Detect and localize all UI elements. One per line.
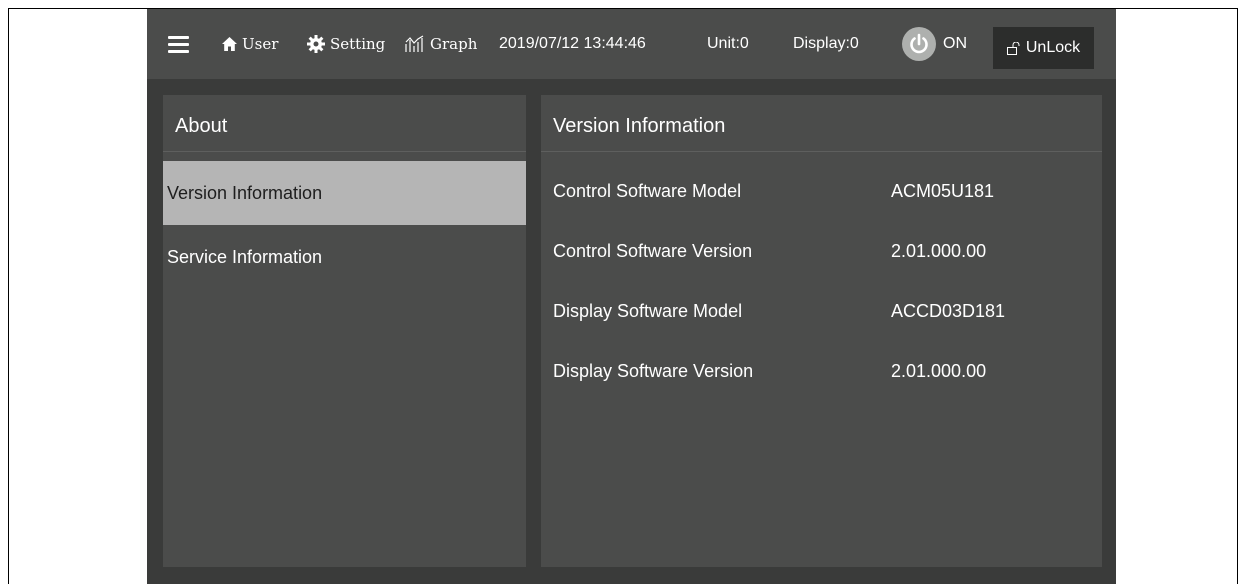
graph-button[interactable]: Graph bbox=[405, 9, 477, 79]
device-screen: User Setting Graph 2019/07/12 13:44:46 U… bbox=[147, 9, 1116, 584]
info-label: Display Software Model bbox=[553, 301, 743, 321]
panel-divider bbox=[541, 151, 1102, 152]
user-label: User bbox=[242, 35, 279, 53]
panel-title: Version Information bbox=[553, 115, 726, 137]
unlock-icon bbox=[1006, 41, 1020, 55]
unlock-button[interactable]: UnLock bbox=[993, 27, 1094, 69]
graph-icon bbox=[405, 35, 424, 52]
info-value: ACM05U181 bbox=[891, 181, 995, 201]
sidebar-title: About bbox=[175, 115, 228, 137]
info-row: Control Software Version 2.01.000.00 bbox=[553, 236, 986, 266]
info-row: Display Software Model ACCD03D181 bbox=[553, 296, 1005, 326]
info-row: Display Software Version 2.01.000.00 bbox=[553, 356, 986, 386]
info-value: 2.01.000.00 bbox=[891, 361, 987, 381]
unit-display: Unit:0 bbox=[707, 35, 749, 52]
info-label: Control Software Model bbox=[553, 181, 742, 201]
top-toolbar: User Setting Graph 2019/07/12 13:44:46 U… bbox=[147, 9, 1116, 79]
info-row: Control Software Model ACM05U181 bbox=[553, 176, 994, 206]
setting-button[interactable]: Setting bbox=[307, 9, 385, 79]
user-button[interactable]: User bbox=[222, 9, 278, 79]
unlock-label: UnLock bbox=[1025, 39, 1081, 56]
sidebar-divider bbox=[163, 151, 526, 152]
info-label: Control Software Version bbox=[553, 241, 753, 261]
info-value: ACCD03D181 bbox=[891, 301, 1006, 321]
setting-label: Setting bbox=[330, 35, 386, 53]
datetime-display: 2019/07/12 13:44:46 bbox=[499, 35, 646, 52]
display-indicator: Display:0 bbox=[793, 35, 859, 52]
hamburger-menu-icon[interactable] bbox=[167, 9, 189, 79]
info-value: 2.01.000.00 bbox=[891, 241, 987, 261]
sidebar-item-service-information[interactable]: Service Information bbox=[163, 225, 526, 289]
sidebar-item-version-information[interactable]: Version Information bbox=[163, 161, 526, 225]
info-label: Display Software Version bbox=[553, 361, 754, 381]
power-icon[interactable] bbox=[902, 27, 936, 61]
home-icon bbox=[222, 37, 237, 51]
graph-label: Graph bbox=[430, 35, 478, 53]
power-status-label: ON bbox=[943, 35, 967, 52]
version-information-panel: Version Information Control Software Mod… bbox=[541, 95, 1102, 567]
about-sidebar: About Version Information Service Inform… bbox=[163, 95, 526, 567]
gear-icon bbox=[307, 35, 325, 53]
